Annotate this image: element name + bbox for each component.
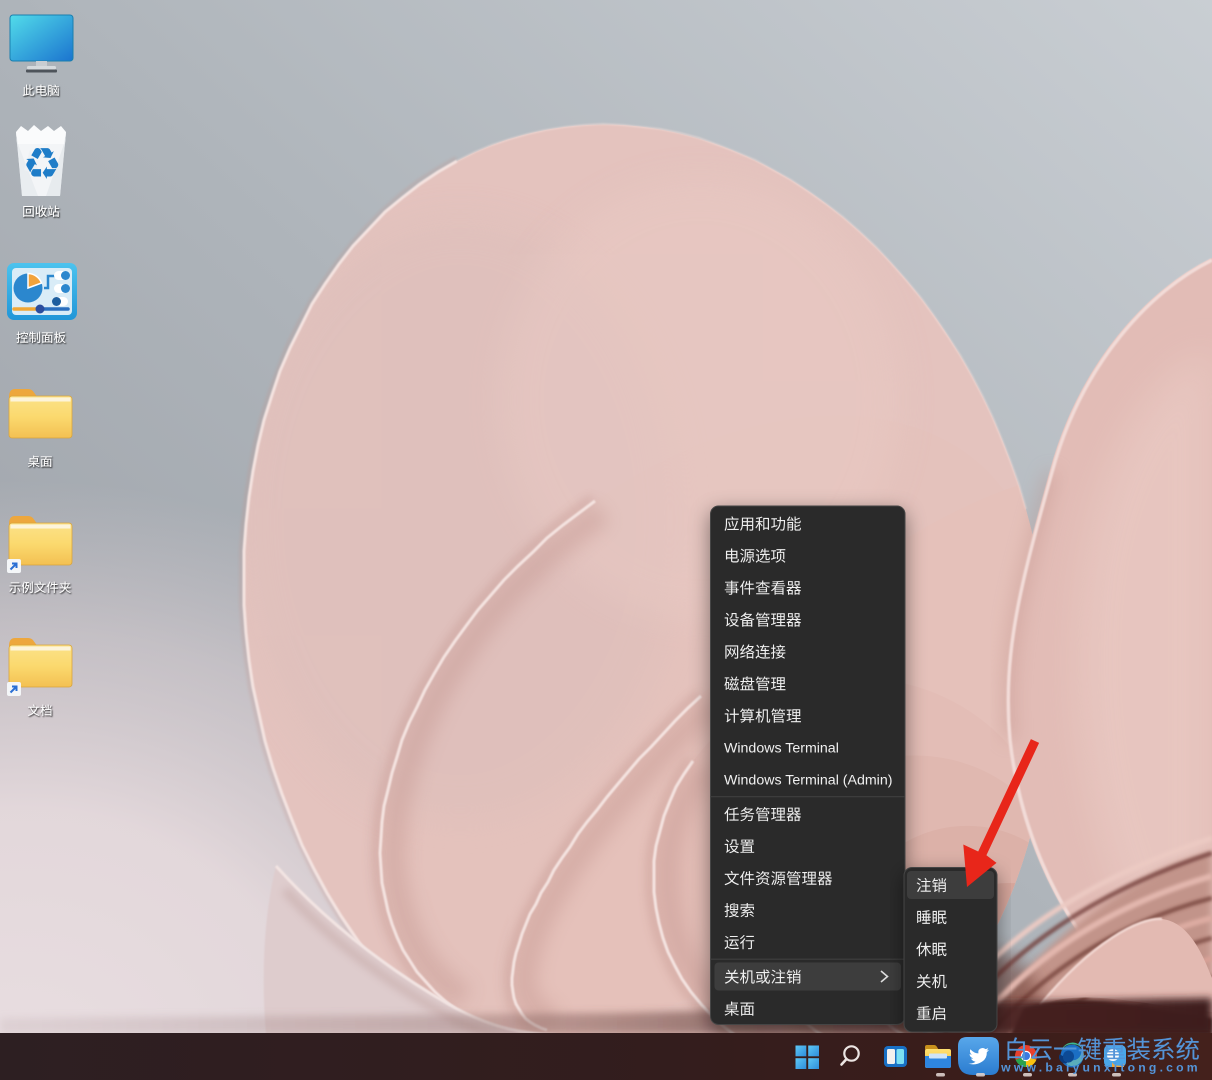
svg-text:Windows Terminal: Windows Terminal [724, 741, 839, 757]
svg-text:Windows Terminal (Admin): Windows Terminal (Admin) [724, 773, 892, 789]
svg-text:www.baiyunxitong.com: www.baiyunxitong.com [1000, 1061, 1201, 1075]
